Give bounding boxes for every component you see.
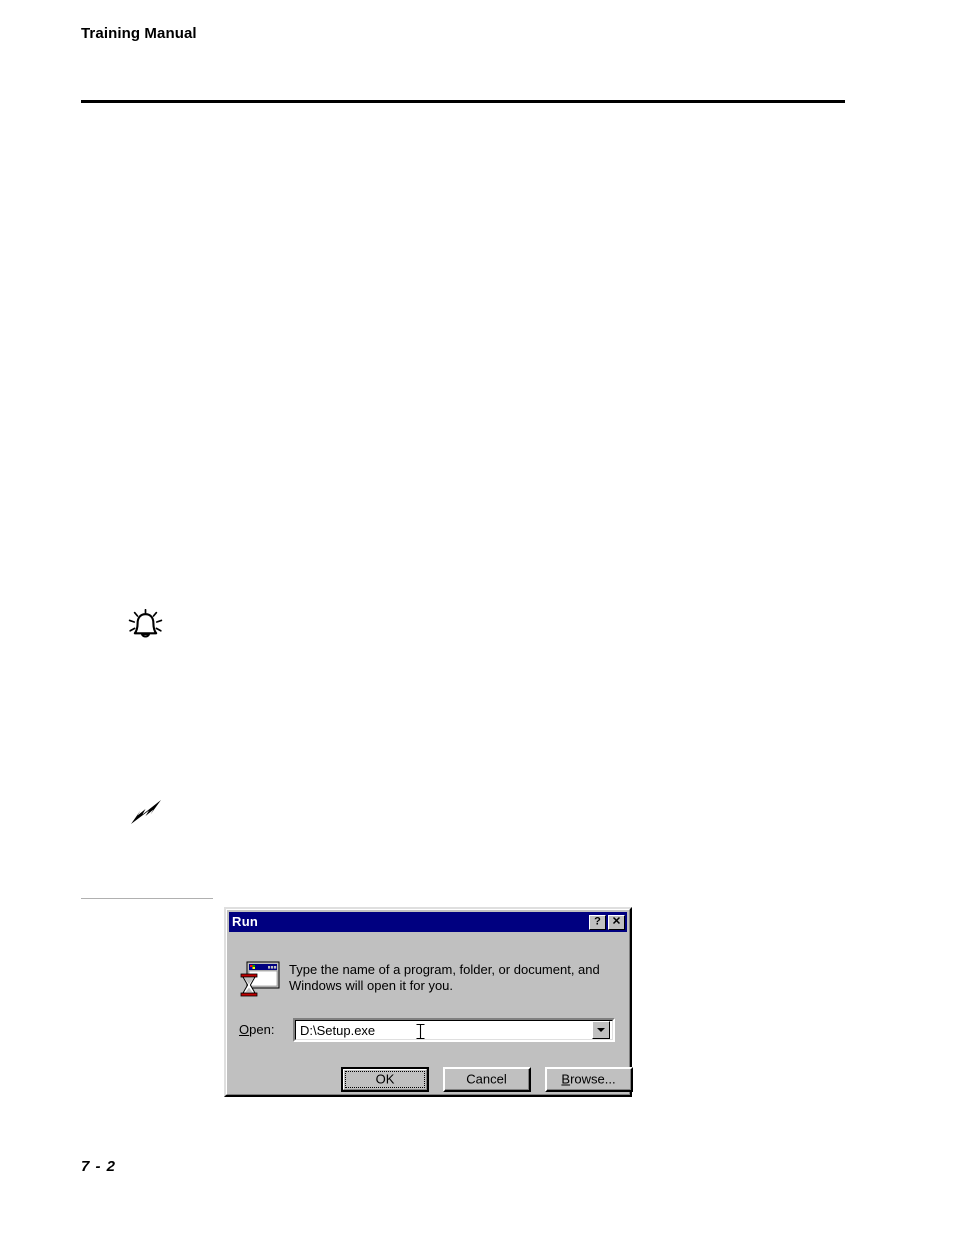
open-combobox-inner: D:\Setup.exe <box>295 1020 613 1040</box>
page-header-title: Training Manual <box>81 25 197 42</box>
browse-button-accel: B <box>561 1071 571 1086</box>
ok-button-bevel: OK <box>343 1069 427 1090</box>
cancel-button[interactable]: Cancel <box>443 1067 531 1092</box>
cancel-button-bevel: Cancel <box>445 1069 529 1090</box>
help-icon: ? <box>594 915 601 927</box>
open-label-rest: pen: <box>249 1022 275 1037</box>
run-dialog: Run ? ✕ Type the name of a program, fold… <box>224 907 633 1097</box>
bell-note-icon <box>126 608 166 643</box>
open-label-accel: O <box>239 1022 250 1037</box>
run-dialog-title: Run <box>232 914 259 929</box>
lightning-caution-icon <box>128 798 164 834</box>
open-input-value[interactable]: D:\Setup.exe <box>296 1023 592 1038</box>
open-field-label: Open: <box>239 1022 274 1037</box>
browse-button[interactable]: Browse... <box>545 1067 633 1092</box>
run-dialog-inner: Run ? ✕ Type the name of a program, fold… <box>226 909 633 1095</box>
page-number: 7 - 2 <box>81 1158 117 1175</box>
sidebar-divider-rule <box>81 898 213 899</box>
text-cursor-ibeam <box>416 1024 425 1039</box>
run-dialog-titlebar[interactable]: Run ? ✕ <box>229 912 627 932</box>
run-window-hourglass-icon <box>239 958 281 1000</box>
run-dialog-button-row: OK Cancel Browse... <box>341 1067 633 1092</box>
browse-button-label: Browse... <box>561 1072 615 1085</box>
header-divider-rule <box>81 100 845 103</box>
browse-button-bevel: Browse... <box>547 1069 631 1090</box>
open-dropdown-button[interactable] <box>592 1021 610 1039</box>
cancel-button-label: Cancel <box>466 1071 507 1086</box>
help-button[interactable]: ? <box>589 914 606 930</box>
close-button[interactable]: ✕ <box>608 914 625 930</box>
close-icon: ✕ <box>611 915 622 927</box>
ok-button[interactable]: OK <box>341 1067 429 1092</box>
browse-button-rest: rowse... <box>570 1071 616 1086</box>
open-combobox[interactable]: D:\Setup.exe <box>293 1018 615 1042</box>
chevron-down-icon <box>597 1028 605 1032</box>
ok-button-label: OK <box>375 1071 395 1087</box>
run-dialog-message: Type the name of a program, folder, or d… <box>289 962 600 993</box>
